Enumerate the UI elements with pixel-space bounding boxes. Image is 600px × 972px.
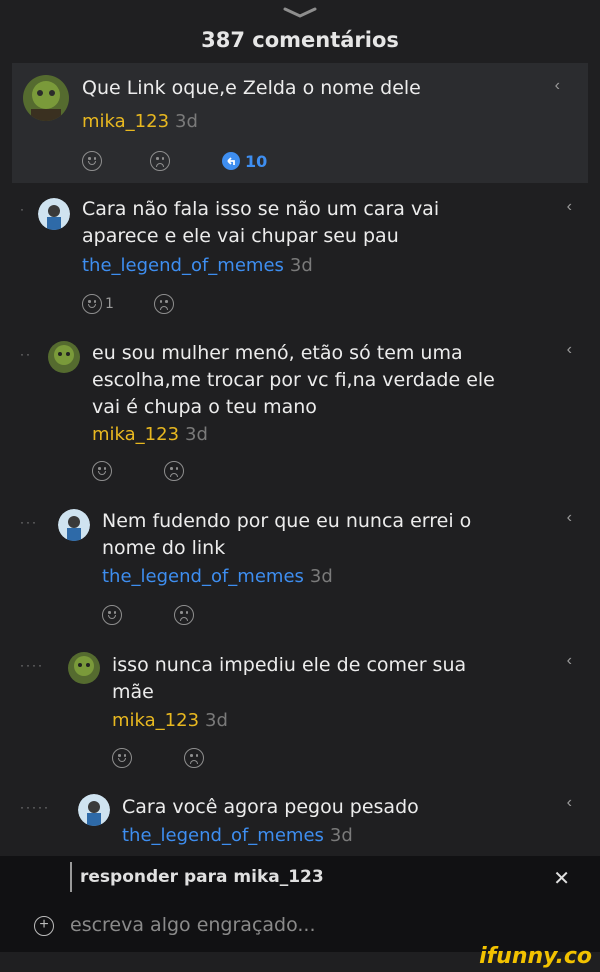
avatar[interactable] [23, 75, 69, 121]
reply-arrow-icon[interactable]: ‹ [567, 198, 572, 216]
avatar[interactable] [48, 341, 80, 373]
comments-count-title: 387 comentários [201, 28, 399, 52]
comment-age: 3d [289, 255, 313, 276]
like-count: 1 [105, 296, 114, 312]
smile-icon[interactable] [112, 748, 132, 768]
frown-icon[interactable] [150, 151, 170, 171]
replies-bubble-icon [222, 152, 240, 170]
comment-text: Nem fudendo por que eu nunca errei o nom… [102, 510, 472, 559]
comment-item[interactable]: ···· isso nunca impediu ele de comer sua… [0, 648, 600, 773]
comment-input[interactable] [70, 910, 530, 940]
replies-count-button[interactable]: 10 [222, 152, 267, 171]
comment-age: 3d [175, 111, 198, 132]
smile-icon[interactable] [82, 151, 102, 171]
thread-depth-dots: ·· [20, 347, 32, 361]
avatar[interactable] [68, 652, 100, 684]
thread-depth-dots: ····· [20, 800, 50, 814]
comment-age: 3d [205, 710, 228, 731]
comment-text: eu sou mulher menó, etão só tem uma esco… [92, 342, 495, 418]
comment-username[interactable]: mika_123 [112, 710, 199, 731]
comment-text: Que Link oque,e Zelda o nome dele [82, 77, 421, 99]
comment-username[interactable]: the_legend_of_memes [122, 825, 324, 846]
comment-username[interactable]: mika_123 [92, 424, 179, 445]
comment-item[interactable]: ··· Nem fudendo por que eu nunca errei o… [0, 505, 600, 630]
comment-item[interactable]: ····· Cara você agora pegou pesado the_l… [0, 790, 600, 856]
comment-item[interactable]: Que Link oque,e Zelda o nome dele mika_1… [12, 63, 588, 183]
comment-text: Cara você agora pegou pesado [122, 796, 419, 818]
thread-depth-dots: · [20, 202, 26, 216]
ifunny-watermark: ifunny.co [479, 944, 592, 969]
comment-composer: responder para mika_123 ✕ + [0, 856, 600, 952]
thread-depth-dots: ··· [20, 515, 38, 529]
comment-age: 3d [309, 566, 333, 587]
frown-icon[interactable] [164, 461, 184, 481]
reply-arrow-icon[interactable]: ‹ [567, 509, 572, 527]
smile-icon[interactable] [92, 461, 112, 481]
comment-age: 3d [185, 424, 208, 445]
comment-username[interactable]: the_legend_of_memes [102, 566, 304, 587]
close-icon[interactable]: ✕ [553, 866, 570, 891]
comment-item[interactable]: ·· eu sou mulher menó, etão só tem uma e… [0, 335, 600, 485]
comment-text: isso nunca impediu ele de comer sua mãe [112, 654, 467, 703]
thread-depth-dots: ···· [20, 658, 44, 672]
reply-arrow-icon[interactable]: ‹ [567, 341, 572, 359]
smile-icon[interactable] [102, 605, 122, 625]
reply-arrow-icon[interactable]: ‹ [555, 77, 560, 95]
comment-username[interactable]: mika_123 [82, 111, 169, 132]
reply-arrow-icon[interactable]: ‹ [567, 652, 572, 670]
frown-icon[interactable] [174, 605, 194, 625]
frown-icon[interactable] [153, 294, 174, 314]
chevron-down-icon[interactable] [282, 6, 318, 20]
avatar[interactable] [78, 794, 110, 826]
comment-item[interactable]: · Cara não fala isso se não um cara vai … [0, 190, 600, 320]
avatar[interactable] [38, 198, 70, 230]
smile-icon[interactable] [82, 294, 102, 314]
add-icon[interactable]: + [34, 916, 54, 936]
reply-to-label: responder para mika_123 [70, 862, 324, 892]
reply-arrow-icon[interactable]: ‹ [567, 794, 572, 812]
comment-age: 3d [329, 825, 353, 846]
frown-icon[interactable] [184, 748, 204, 768]
comment-text: Cara não fala isso se não um cara vai ap… [82, 198, 440, 247]
comment-username[interactable]: the_legend_of_memes [82, 255, 284, 276]
avatar[interactable] [58, 509, 90, 541]
